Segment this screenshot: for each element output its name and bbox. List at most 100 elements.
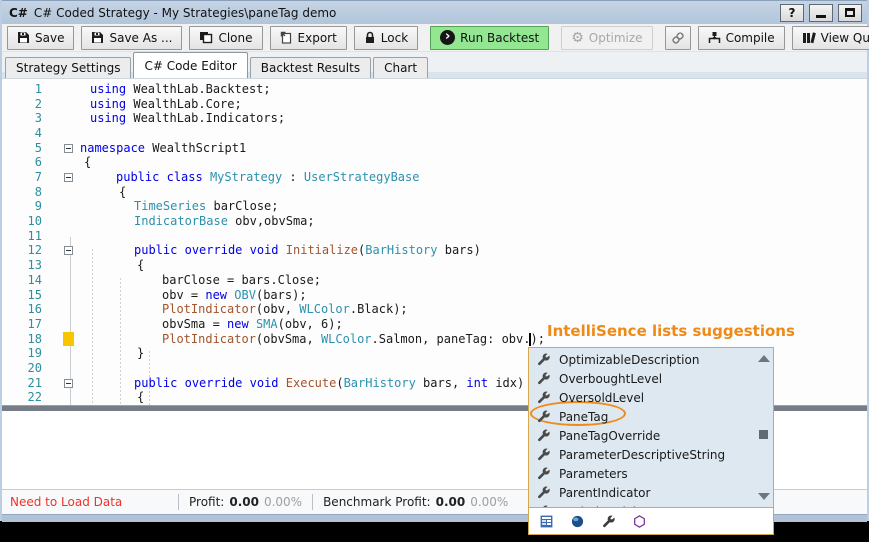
profit-value: 0.00 [229, 495, 259, 509]
help-button[interactable]: ? [780, 3, 804, 22]
code-line[interactable]: 2 using WealthLab.Core; [2, 97, 867, 112]
code-text: using WealthLab.Backtest; [90, 82, 271, 96]
wrench-icon [537, 391, 550, 404]
intellisense-item[interactable]: PaneTagOverride [529, 426, 753, 445]
wrench-icon [537, 353, 550, 366]
code-line[interactable]: 5 namespace WealthScript1 [2, 141, 867, 156]
minimize-button[interactable] [809, 3, 833, 22]
intellisense-item[interactable]: OptimizableDescription [529, 350, 753, 369]
code-line[interactable]: 12 public override void Initialize(BarHis… [2, 243, 867, 258]
run-icon [440, 30, 456, 45]
view-quickref-button[interactable]: View QuickRef [791, 25, 869, 50]
code-text: { [119, 184, 127, 199]
line-number: 8 [34, 184, 42, 199]
code-line[interactable]: 3 using WealthLab.Indicators; [2, 111, 867, 126]
intellisense-item[interactable]: ParentIndicator [529, 483, 753, 502]
line-number: 18 [27, 331, 42, 346]
scroll-up-icon[interactable] [758, 355, 770, 362]
save-button[interactable]: Save [7, 25, 75, 50]
code-line[interactable]: 4 [2, 126, 867, 141]
code-text: TimeSeries barClose; [134, 199, 279, 214]
tab-bar: Strategy Settings C# Code Editor Backtes… [2, 52, 867, 78]
code-line[interactable]: 15 obv = new OBV(bars); [2, 288, 867, 303]
annotation-text: IntelliSence lists suggestions [547, 322, 795, 340]
code-line[interactable]: 1 using WealthLab.Backtest; [2, 82, 867, 97]
line-number: 21 [27, 375, 42, 390]
code-text: public override void Initialize(BarHisto… [134, 243, 481, 258]
line-number: 3 [34, 111, 42, 126]
fold-collapse-icon[interactable] [64, 143, 73, 153]
code-text: using WealthLab.Indicators; [90, 111, 286, 126]
minimize-icon [816, 14, 826, 18]
line-number: 2 [34, 96, 42, 111]
link-icon [671, 31, 685, 45]
code-line[interactable]: 11 [2, 229, 867, 244]
hexagon-icon[interactable] [633, 514, 646, 528]
line-number: 13 [27, 258, 42, 273]
intellisense-item[interactable]: ParameterDescriptiveString [529, 445, 753, 464]
compile-button[interactable]: Compile [697, 25, 785, 50]
line-number: 14 [27, 272, 42, 287]
intellisense-item[interactable]: Parameters [529, 464, 753, 483]
code-line[interactable]: 9 TimeSeries barClose; [2, 199, 867, 214]
code-line[interactable]: 16 PlotIndicator(obv, WLColor.Black); [2, 302, 867, 317]
tab-backtest-results[interactable]: Backtest Results [249, 57, 372, 78]
intellisense-item-label: PaneTagOverride [559, 428, 661, 443]
export-icon [280, 31, 293, 44]
changed-line-marker [63, 331, 74, 346]
intellisense-item[interactable]: PeekAheadFlag [529, 502, 753, 507]
run-backtest-button[interactable]: Run Backtest [430, 25, 550, 50]
wrench-icon[interactable] [602, 515, 615, 528]
optimize-icon [571, 31, 584, 45]
line-number: 11 [27, 228, 42, 243]
clone-icon [199, 31, 213, 44]
intellisense-item[interactable]: PaneTag [529, 407, 753, 426]
tab-chart[interactable]: Chart [373, 57, 429, 78]
code-line[interactable]: 14 barClose = bars.Close; [2, 273, 867, 288]
export-button[interactable]: Export [269, 25, 347, 50]
save-as-button[interactable]: Save As ... [81, 25, 183, 50]
intellisense-item[interactable]: OverboughtLevel [529, 369, 753, 388]
wrench-icon [537, 429, 550, 442]
fold-collapse-icon[interactable] [64, 246, 73, 256]
intellisense-item-label: Parameters [559, 466, 628, 481]
wrench-icon [537, 410, 550, 423]
line-number: 17 [27, 316, 42, 331]
benchmark-profit-percent: 0.00% [470, 495, 509, 509]
line-number: 6 [34, 155, 42, 170]
benchmark-profit-label: Benchmark Profit: [323, 495, 431, 509]
lock-button[interactable]: Lock [353, 25, 419, 50]
code-text: using WealthLab.Core; [90, 96, 242, 111]
tab-strategy-settings[interactable]: Strategy Settings [5, 57, 132, 78]
title-bar: C# C# Coded Strategy - My Strategies\pan… [2, 0, 867, 24]
clone-button[interactable]: Clone [189, 25, 263, 50]
fold-collapse-icon[interactable] [64, 378, 73, 388]
grid-icon[interactable] [540, 515, 553, 528]
quickref-icon [802, 31, 816, 44]
optimize-button[interactable]: Optimize [561, 25, 653, 50]
code-line[interactable]: 10 IndicatorBase obv,obvSma; [2, 214, 867, 229]
link-button[interactable] [664, 25, 691, 50]
code-text: barClose = bars.Close; [162, 272, 321, 287]
code-text: { [137, 390, 145, 405]
maximize-icon [845, 8, 855, 17]
tab-csharp-code-editor[interactable]: C# Code Editor [133, 52, 248, 78]
status-message: Need to Load Data [10, 495, 123, 509]
line-number: 19 [27, 346, 42, 361]
code-line[interactable]: 13 { [2, 258, 867, 273]
code-line[interactable]: 8{ [2, 185, 867, 200]
fold-collapse-icon[interactable] [64, 173, 73, 183]
maximize-button[interactable] [838, 3, 862, 22]
toolbar: Save Save As ... Clone Export Lock Run B… [2, 24, 869, 52]
wrench-icon [537, 467, 550, 480]
intellisense-item[interactable]: OversoldLevel [529, 388, 753, 407]
line-number: 10 [27, 214, 42, 229]
scroll-down-icon[interactable] [758, 493, 770, 500]
code-line[interactable]: 7 public class MyStrategy : UserStrategyB… [2, 170, 867, 185]
code-text: IndicatorBase obv,obvSma; [134, 214, 315, 229]
code-line[interactable]: 6{ [2, 155, 867, 170]
sphere-icon[interactable] [571, 515, 584, 528]
scroll-thumb[interactable] [759, 430, 768, 439]
intellisense-scrollbar[interactable] [754, 348, 773, 507]
code-text: { [137, 258, 145, 273]
